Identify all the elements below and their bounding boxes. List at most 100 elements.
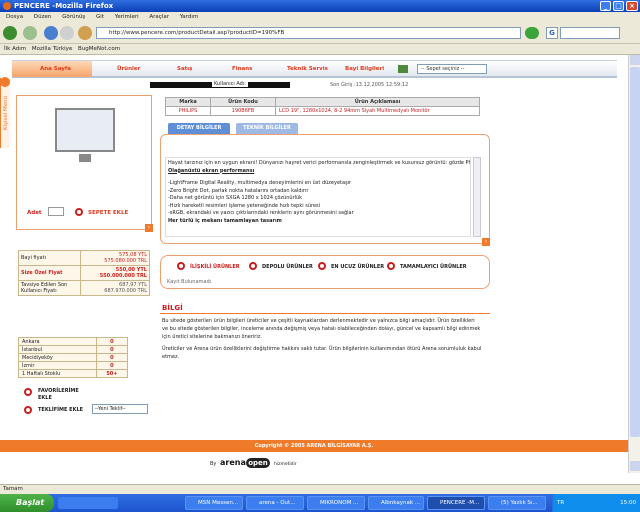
product-image-box: Adet SEPETE EKLE: [16, 95, 152, 230]
related-tab-icon[interactable]: [177, 262, 185, 270]
page-scrollbar[interactable]: [628, 55, 640, 473]
nav-products[interactable]: Ürünler: [117, 66, 140, 72]
lang-indicator[interactable]: TR: [557, 494, 564, 512]
table-row: Size Özel Fiyat 550,00 YTL 550.000.000 T…: [18, 265, 150, 281]
home-icon[interactable]: [78, 26, 92, 40]
feature-item: -sRGB, ekrandaki ve yazıcı çıktılarındak…: [168, 210, 354, 216]
col-brand: Marka: [165, 97, 211, 107]
quick-launch[interactable]: [58, 497, 118, 509]
close-icon[interactable]: ×: [626, 1, 638, 11]
tab-technical[interactable]: TEKNİK BİLGİLER: [236, 123, 298, 134]
go-button[interactable]: [525, 27, 539, 39]
feature-item: -Hızlı hareketli resimleri işleme yetene…: [168, 202, 321, 209]
price-label: Tavsiye Edilen Son Kullanıcı Fiyatı: [18, 280, 81, 296]
nav-service[interactable]: Teknik Servis: [287, 66, 328, 72]
nav-sales[interactable]: Satış: [177, 66, 192, 72]
tab-details[interactable]: DETAY BİLGİLER: [168, 123, 230, 134]
window-titlebar[interactable]: PENCERE -Mozilla Firefox _ □ ×: [0, 0, 640, 12]
stop-icon[interactable]: [60, 26, 74, 40]
task-albnkaynak[interactable]: Albnkaynak ...: [368, 496, 424, 510]
search-engine-icon[interactable]: G: [546, 27, 558, 39]
depot-tab-icon[interactable]: [249, 262, 257, 270]
add-cart-icon[interactable]: [75, 208, 83, 216]
site-nav: Ana Sayfa Ürünler Satış Finans Teknik Se…: [12, 60, 617, 78]
home-link[interactable]: Ana Sayfa: [40, 66, 71, 72]
monitor-image: [55, 108, 115, 152]
feature-item: -Zero Bright Dot, parlak nokta hataların…: [168, 187, 309, 194]
task-yazlik[interactable]: (5) Yazlık Sı...: [488, 496, 546, 510]
start-button[interactable]: Başlat: [0, 494, 54, 512]
taskbar: Başlat MSN Messen... arena - Out... MIKR…: [0, 494, 640, 512]
task-outlook[interactable]: arena - Out...: [246, 496, 304, 510]
forward-icon[interactable]: [23, 26, 37, 40]
stock-city: İzmir: [18, 361, 97, 370]
cart-select[interactable]: -- Sepet seçiniz --: [417, 64, 487, 74]
menu-file[interactable]: Dosya: [6, 14, 23, 20]
window-title: PENCERE -Mozilla Firefox: [14, 2, 114, 10]
bookmark-bugmenot[interactable]: BugMeNot.com: [78, 46, 120, 52]
table-row: Bayi fiyatı 575,08 YTL 575.080.000 TRL: [18, 250, 150, 266]
favorite-button[interactable]: FAVORİLERİME EKLE: [38, 388, 88, 402]
nav-dealer[interactable]: Bayi Bilgileri: [345, 66, 384, 72]
description-scroll[interactable]: Hayat tarzınız için en uygun ekrani! Dün…: [165, 157, 471, 237]
price-label: Bayi fiyatı: [18, 250, 81, 266]
maximize-icon[interactable]: □: [613, 1, 624, 11]
offer-icon[interactable]: [24, 406, 32, 414]
offer-select[interactable]: --Yeni Teklif--: [92, 404, 148, 414]
table-row: 1 Haftalı Stoklu 50+: [18, 369, 129, 378]
bookmark-first-steps[interactable]: İlk Adım: [4, 46, 26, 52]
favorite-icon[interactable]: [24, 388, 32, 396]
scroll-thumb[interactable]: [630, 67, 640, 437]
price-value: 687,97 YTL 687.970.000 TRL: [80, 280, 150, 296]
quantity-input[interactable]: [48, 207, 64, 216]
url-field[interactable]: http://www.pencere.com/productDetail.asp…: [96, 27, 521, 39]
cheap-tab-icon[interactable]: [318, 262, 326, 270]
price-value: 550,00 YTL 550.000.000 TRL: [80, 265, 150, 281]
description-scrollbar[interactable]: [473, 157, 481, 237]
menu-view[interactable]: Görünüş: [62, 14, 85, 20]
stock-city: Ankara: [18, 337, 97, 346]
open-logo: open: [246, 458, 270, 468]
menu-bookmarks[interactable]: Yerimleri: [115, 14, 139, 20]
minimize-icon[interactable]: _: [600, 1, 611, 11]
price-label: Size Özel Fiyat: [18, 265, 81, 281]
product-table: Marka Ürün Kodu Ürün Açıklaması PHILIPS …: [165, 97, 480, 116]
scroll-up-icon[interactable]: [630, 55, 640, 65]
nav-finance[interactable]: Finans: [232, 66, 252, 72]
task-msn[interactable]: MSN Messen...: [185, 496, 243, 510]
search-input[interactable]: [560, 27, 620, 39]
tab-cheapest[interactable]: EN UCUZ ÜRÜNLER: [331, 264, 384, 270]
cart-icon: [398, 65, 408, 73]
scroll-down-icon[interactable]: [630, 461, 640, 471]
menu-go[interactable]: Git: [96, 14, 104, 20]
menu-help[interactable]: Yardım: [180, 14, 199, 20]
table-row: İzmir 0: [18, 361, 129, 370]
last-login: Son Giriş :13.12.2005 12:59:12: [330, 82, 409, 88]
table-row: Tavsiye Edilen Son Kullanıcı Fiyatı 687,…: [18, 280, 150, 296]
col-desc: Ürün Açıklaması: [275, 97, 480, 107]
tab-complementary[interactable]: TAMAMLAYICI ÜRÜNLER: [400, 264, 467, 270]
tab-depot[interactable]: DEPOLU ÜRÜNLER: [262, 264, 313, 270]
bookmark-mozilla-tr[interactable]: Mozilla Türkiye: [32, 46, 72, 52]
menu-edit[interactable]: Düzen: [34, 14, 51, 20]
feature-item: -Daha net görüntü için SXGA 1280 x 1024 …: [168, 195, 303, 201]
complementary-tab-icon[interactable]: [387, 262, 395, 270]
offer-label: TEKLİFİME EKLE: [38, 407, 84, 413]
task-mikronom[interactable]: MIKRONOM ...: [307, 496, 365, 510]
system-tray: TR 15:00: [552, 494, 640, 512]
back-icon[interactable]: [3, 26, 17, 40]
clock[interactable]: 15:00: [620, 500, 636, 506]
task-pencere[interactable]: PENCERE -M...: [427, 496, 485, 510]
user-label: Kullanıcı Adı:: [212, 81, 248, 87]
price-table: Bayi fiyatı 575,08 YTL 575.080.000 TRL S…: [18, 250, 150, 296]
reload-icon[interactable]: [44, 26, 58, 40]
cell-brand: PHILIPS: [165, 106, 211, 116]
side-toggle-icon[interactable]: [0, 77, 10, 87]
tab-related[interactable]: İLİŞKİLİ ÜRÜNLER: [190, 264, 240, 270]
col-code: Ürün Kodu: [210, 97, 276, 107]
add-to-cart-button[interactable]: SEPETE EKLE: [88, 210, 128, 216]
menu-tools[interactable]: Araçlar: [149, 14, 169, 20]
personal-menu-tab[interactable]: Kişisel Menü: [0, 78, 10, 148]
home-tab[interactable]: Ana Sayfa: [12, 61, 92, 77]
monitor-stand: [79, 154, 91, 162]
